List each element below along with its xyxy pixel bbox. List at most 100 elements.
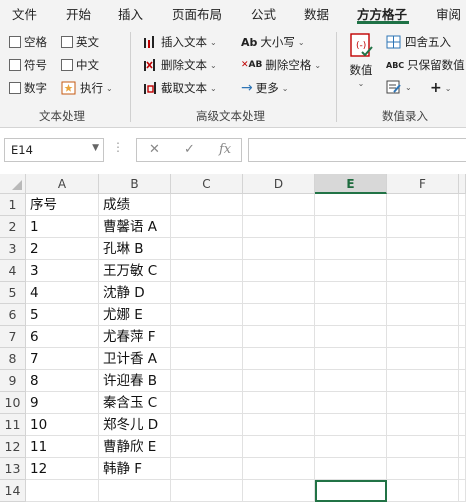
cell-a6[interactable]: 5 bbox=[26, 304, 99, 326]
tab-home[interactable]: 开始 bbox=[66, 4, 91, 23]
tab-review[interactable]: 审阅 bbox=[436, 4, 461, 23]
cell-b9[interactable]: 许迎春 B bbox=[99, 370, 171, 392]
cell-c10[interactable] bbox=[171, 392, 243, 414]
cell-g5[interactable] bbox=[459, 282, 466, 304]
column-header-d[interactable]: D bbox=[243, 174, 315, 194]
cell-c4[interactable] bbox=[171, 260, 243, 282]
cell-e1[interactable] bbox=[315, 194, 387, 216]
cell-c13[interactable] bbox=[171, 458, 243, 480]
cell-a2[interactable]: 1 bbox=[26, 216, 99, 238]
cell-e14[interactable] bbox=[315, 480, 387, 502]
fx-icon[interactable]: fx bbox=[219, 142, 231, 157]
number-value-button[interactable]: (-) 数值 ⌄ bbox=[348, 32, 374, 88]
formula-input[interactable] bbox=[248, 138, 466, 162]
cell-f14[interactable] bbox=[387, 480, 459, 502]
row-header-12[interactable]: 12 bbox=[0, 436, 26, 458]
column-header-g[interactable] bbox=[459, 174, 466, 194]
cell-g8[interactable] bbox=[459, 348, 466, 370]
cell-g1[interactable] bbox=[459, 194, 466, 216]
cell-g14[interactable] bbox=[459, 480, 466, 502]
cell-g6[interactable] bbox=[459, 304, 466, 326]
chevron-down-icon[interactable]: ▼ bbox=[92, 143, 99, 153]
cell-d1[interactable] bbox=[243, 194, 315, 216]
cell-a4[interactable]: 3 bbox=[26, 260, 99, 282]
cell-e2[interactable] bbox=[315, 216, 387, 238]
extract-text-button[interactable]: 截取文本 ⌄ bbox=[142, 80, 217, 96]
cell-b5[interactable]: 沈静 D bbox=[99, 282, 171, 304]
tab-page-layout[interactable]: 页面布局 bbox=[172, 4, 222, 23]
cell-a14[interactable] bbox=[26, 480, 99, 502]
cell-e3[interactable] bbox=[315, 238, 387, 260]
cell-c11[interactable] bbox=[171, 414, 243, 436]
tab-file[interactable]: 文件 bbox=[12, 4, 37, 23]
cell-c2[interactable] bbox=[171, 216, 243, 238]
row-header-6[interactable]: 6 bbox=[0, 304, 26, 326]
cell-b2[interactable]: 曹馨语 A bbox=[99, 216, 171, 238]
cell-a12[interactable]: 11 bbox=[26, 436, 99, 458]
tab-formulas[interactable]: 公式 bbox=[251, 4, 276, 23]
row-header-8[interactable]: 8 bbox=[0, 348, 26, 370]
cell-e9[interactable] bbox=[315, 370, 387, 392]
cell-c7[interactable] bbox=[171, 326, 243, 348]
cell-a7[interactable]: 6 bbox=[26, 326, 99, 348]
cell-e4[interactable] bbox=[315, 260, 387, 282]
cell-g9[interactable] bbox=[459, 370, 466, 392]
cell-a11[interactable]: 10 bbox=[26, 414, 99, 436]
cell-f12[interactable] bbox=[387, 436, 459, 458]
name-box[interactable]: E14 ▼ bbox=[4, 138, 104, 162]
cell-d8[interactable] bbox=[243, 348, 315, 370]
cell-g13[interactable] bbox=[459, 458, 466, 480]
cell-d6[interactable] bbox=[243, 304, 315, 326]
execute-button[interactable]: 执行 ⌄ bbox=[61, 80, 113, 96]
enter-icon[interactable]: ✓ bbox=[184, 142, 195, 157]
cell-a5[interactable]: 4 bbox=[26, 282, 99, 304]
cell-e11[interactable] bbox=[315, 414, 387, 436]
row-header-4[interactable]: 4 bbox=[0, 260, 26, 282]
row-header-11[interactable]: 11 bbox=[0, 414, 26, 436]
cell-f8[interactable] bbox=[387, 348, 459, 370]
cell-f4[interactable] bbox=[387, 260, 459, 282]
row-header-13[interactable]: 13 bbox=[0, 458, 26, 480]
cell-b14[interactable] bbox=[99, 480, 171, 502]
select-all-button[interactable] bbox=[0, 174, 26, 194]
cell-g7[interactable] bbox=[459, 326, 466, 348]
cell-c1[interactable] bbox=[171, 194, 243, 216]
cell-f6[interactable] bbox=[387, 304, 459, 326]
row-header-5[interactable]: 5 bbox=[0, 282, 26, 304]
cell-d4[interactable] bbox=[243, 260, 315, 282]
cell-c6[interactable] bbox=[171, 304, 243, 326]
tab-data[interactable]: 数据 bbox=[304, 4, 329, 23]
cell-e8[interactable] bbox=[315, 348, 387, 370]
cell-g11[interactable] bbox=[459, 414, 466, 436]
drag-handle-icon[interactable]: ⋮ bbox=[112, 140, 124, 154]
add-button[interactable]: + ⌄ bbox=[430, 80, 451, 96]
checkbox-symbol[interactable]: 符号 bbox=[9, 57, 47, 73]
cell-f11[interactable] bbox=[387, 414, 459, 436]
edit-list-button[interactable]: ⌄ bbox=[386, 80, 412, 94]
row-header-14[interactable]: 14 bbox=[0, 480, 26, 502]
delete-text-button[interactable]: 删除文本 ⌄ bbox=[142, 57, 217, 73]
row-header-2[interactable]: 2 bbox=[0, 216, 26, 238]
cell-b12[interactable]: 曹静欣 E bbox=[99, 436, 171, 458]
round-button[interactable]: 四舍五入 bbox=[386, 34, 451, 50]
cell-c3[interactable] bbox=[171, 238, 243, 260]
cell-d7[interactable] bbox=[243, 326, 315, 348]
cell-a9[interactable]: 8 bbox=[26, 370, 99, 392]
cell-c5[interactable] bbox=[171, 282, 243, 304]
cell-b7[interactable]: 尤春萍 F bbox=[99, 326, 171, 348]
cell-d13[interactable] bbox=[243, 458, 315, 480]
cell-e6[interactable] bbox=[315, 304, 387, 326]
cell-b6[interactable]: 尤娜 E bbox=[99, 304, 171, 326]
cell-a8[interactable]: 7 bbox=[26, 348, 99, 370]
column-header-c[interactable]: C bbox=[171, 174, 243, 194]
cell-a13[interactable]: 12 bbox=[26, 458, 99, 480]
row-header-3[interactable]: 3 bbox=[0, 238, 26, 260]
cell-e7[interactable] bbox=[315, 326, 387, 348]
cell-f2[interactable] bbox=[387, 216, 459, 238]
cell-d14[interactable] bbox=[243, 480, 315, 502]
cell-g2[interactable] bbox=[459, 216, 466, 238]
cell-g4[interactable] bbox=[459, 260, 466, 282]
cell-d2[interactable] bbox=[243, 216, 315, 238]
cell-f9[interactable] bbox=[387, 370, 459, 392]
column-header-f[interactable]: F bbox=[387, 174, 459, 194]
